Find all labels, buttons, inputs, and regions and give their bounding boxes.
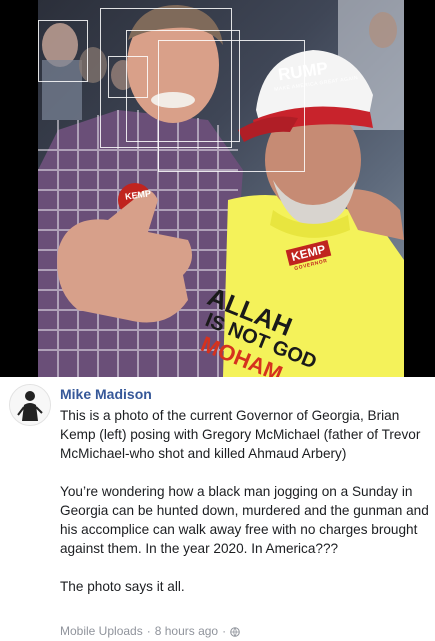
meta-separator: ·	[222, 624, 227, 638]
photo-frame: RUMP MAKE AMERICA GREAT AGAIN KEMP KEMP …	[0, 0, 435, 377]
album-link[interactable]: Mobile Uploads	[60, 624, 143, 638]
post-text: This is a photo of the current Governor …	[60, 406, 430, 615]
post-meta: Mobile Uploads · 8 hours ago ·	[60, 624, 240, 638]
post-paragraph: This is a photo of the current Governor …	[60, 408, 421, 461]
timestamp-link[interactable]: 8 hours ago	[155, 624, 218, 638]
post-caption: Mike Madison This is a photo of the curr…	[0, 377, 435, 641]
meta-separator: ·	[146, 624, 151, 638]
globe-icon[interactable]	[230, 626, 240, 637]
author-name-link[interactable]: Mike Madison	[60, 386, 152, 402]
face-tag-box[interactable]	[158, 40, 305, 172]
avatar[interactable]	[9, 384, 51, 426]
post-photo[interactable]: RUMP MAKE AMERICA GREAT AGAIN KEMP KEMP …	[38, 0, 404, 377]
face-tag-box[interactable]	[38, 20, 88, 82]
post-paragraph: The photo says it all.	[60, 579, 185, 594]
face-tag-box[interactable]	[108, 56, 148, 98]
post-paragraph: You’re wondering how a black man jogging…	[60, 484, 429, 556]
avatar-image	[10, 385, 50, 425]
